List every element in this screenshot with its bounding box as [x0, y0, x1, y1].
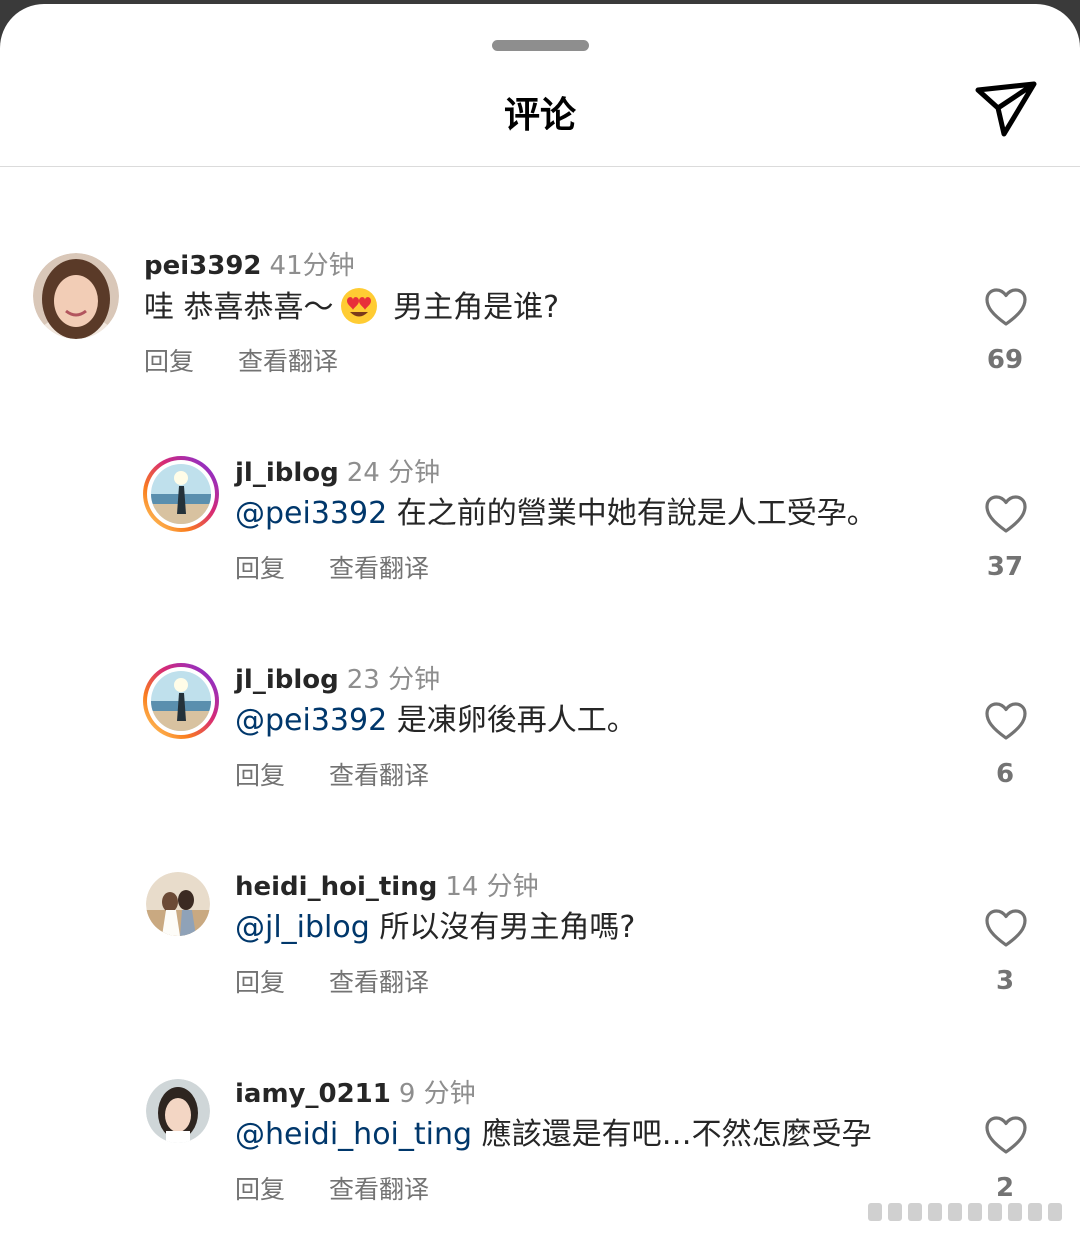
translate-button[interactable]: 查看翻译 [329, 761, 429, 790]
comment-username[interactable]: iamy_0211 [235, 1079, 391, 1109]
reply-button[interactable]: 回复 [235, 761, 285, 790]
heart-icon[interactable] [984, 494, 1028, 534]
reply-button[interactable]: 回复 [235, 554, 285, 583]
like-count: 3 [995, 966, 1015, 996]
comment-text: @heidi_hoi_ting 應該還是有吧…不然怎麼受孕 [235, 1115, 872, 1155]
comment-item: jl_iblog 24 分钟 @pei3392 在之前的營業中她有說是人工受孕。 … [0, 456, 1080, 636]
reply-button[interactable]: 回复 [144, 347, 194, 376]
translate-button[interactable]: 查看翻译 [329, 1175, 429, 1204]
mention-link[interactable]: @jl_iblog [235, 910, 370, 945]
comment-body: 男主角是谁? [383, 290, 560, 325]
comment-body: 在之前的營業中她有說是人工受孕。 [387, 496, 877, 531]
reply-button[interactable]: 回复 [235, 1175, 285, 1204]
comment-time: 23 分钟 [346, 665, 441, 695]
heart-icon[interactable] [984, 908, 1028, 948]
comment-text: @jl_iblog 所以沒有男主角嗎? [235, 908, 635, 948]
heart-icon[interactable] [984, 701, 1028, 741]
heart-icon[interactable] [984, 1115, 1028, 1155]
comment-username[interactable]: jl_iblog [235, 665, 339, 695]
drag-handle[interactable] [492, 40, 589, 51]
comment-item: heidi_hoi_ting 14 分钟 @jl_iblog 所以沒有男主角嗎? … [0, 870, 1080, 1050]
translate-button[interactable]: 查看翻译 [329, 968, 429, 997]
heart-eyes-emoji [340, 287, 378, 325]
avatar[interactable] [146, 872, 210, 936]
mention-link[interactable]: @pei3392 [235, 496, 387, 531]
avatar[interactable] [143, 456, 219, 532]
translate-button[interactable]: 查看翻译 [238, 347, 338, 376]
comment-username[interactable]: heidi_hoi_ting [235, 872, 437, 902]
sheet-header: 评论 [0, 64, 1080, 167]
comment-time: 41分钟 [269, 251, 355, 281]
comment-text: @pei3392 是凍卵後再人工。 [235, 701, 637, 741]
comments-sheet: 评论 pei3392 41分钟 哇 恭喜恭喜～ 男主角是谁? 回复 查看翻译 6… [0, 4, 1080, 1234]
mention-link[interactable]: @heidi_hoi_ting [235, 1117, 472, 1152]
comment-time: 14 分钟 [445, 872, 539, 902]
comment-item: pei3392 41分钟 哇 恭喜恭喜～ 男主角是谁? 回复 查看翻译 69 [0, 249, 1080, 429]
comment-text: 哇 恭喜恭喜～ 男主角是谁? [144, 287, 559, 328]
comment-text: @pei3392 在之前的營業中她有說是人工受孕。 [235, 494, 877, 534]
comment-username[interactable]: jl_iblog [235, 458, 339, 488]
comment-time: 24 分钟 [346, 458, 441, 488]
comment-item: jl_iblog 23 分钟 @pei3392 是凍卵後再人工。 回复 查看翻译 6 [0, 663, 1080, 843]
comment-username[interactable]: pei3392 [144, 251, 262, 281]
translate-button[interactable]: 查看翻译 [329, 554, 429, 583]
heart-icon[interactable] [984, 287, 1028, 327]
comment-body: 是凍卵後再人工。 [387, 703, 637, 738]
comment-body: 所以沒有男主角嗎? [369, 910, 636, 945]
paper-plane-icon[interactable] [974, 80, 1038, 140]
comment-time: 9 分钟 [398, 1079, 476, 1109]
like-count: 37 [986, 552, 1024, 582]
comment-body: 應該還是有吧…不然怎麼受孕 [472, 1117, 872, 1152]
comment-body-prefix: 哇 恭喜恭喜～ [144, 290, 334, 325]
like-count: 6 [995, 759, 1015, 789]
like-count: 69 [986, 345, 1024, 375]
avatar[interactable] [33, 253, 119, 339]
reply-button[interactable]: 回复 [235, 968, 285, 997]
avatar[interactable] [146, 1079, 210, 1143]
watermark-overlay [860, 1194, 1070, 1228]
page-title: 评论 [503, 95, 576, 136]
mention-link[interactable]: @pei3392 [235, 703, 387, 738]
avatar[interactable] [143, 663, 219, 739]
